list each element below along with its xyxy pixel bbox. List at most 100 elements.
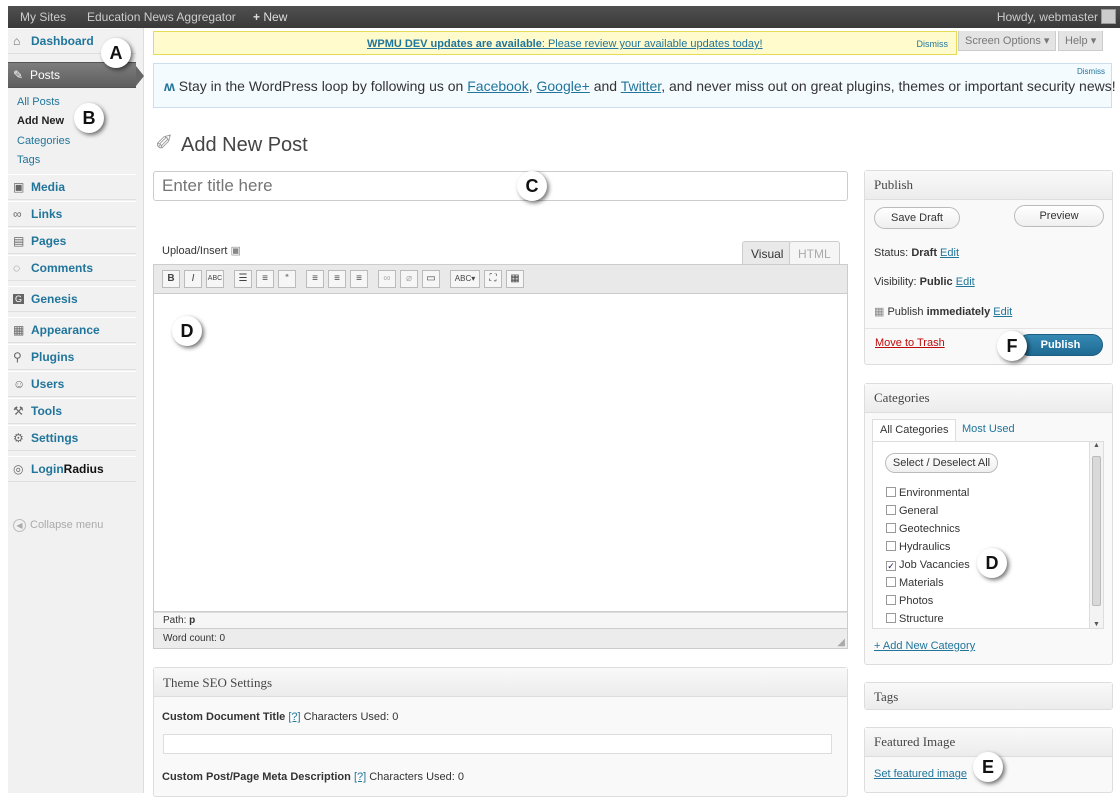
bullet-list-icon[interactable]: ☰ xyxy=(234,270,252,288)
users-icon: ☺ xyxy=(13,377,26,391)
add-media-icon[interactable]: ▣ xyxy=(231,245,241,257)
twitter-link[interactable]: Twitter xyxy=(621,78,661,94)
save-draft-button[interactable]: Save Draft xyxy=(874,207,960,229)
tab-most-used[interactable]: Most Used xyxy=(955,419,1022,441)
sidebar-item-plugins[interactable]: ⚲ Plugins xyxy=(8,344,136,370)
sidebar-item-genesis[interactable]: G Genesis xyxy=(8,286,136,312)
preview-button[interactable]: Preview xyxy=(1014,205,1104,227)
schedule-value: immediately xyxy=(926,306,991,318)
screen-options-label: Screen Options xyxy=(965,35,1041,47)
chevron-down-icon: ▾ xyxy=(1043,35,1050,47)
notice-and: and xyxy=(589,78,621,94)
sidebar-item-media[interactable]: ▣ Media xyxy=(8,174,136,200)
sidebar-item-tools[interactable]: ⚒ Tools xyxy=(8,398,136,424)
scrollbar-thumb[interactable] xyxy=(1092,456,1101,606)
submenu-all-posts[interactable]: All Posts xyxy=(17,96,60,108)
submenu-add-new[interactable]: Add New xyxy=(17,115,64,127)
sidebar-item-appearance[interactable]: ▦ Appearance xyxy=(8,317,136,343)
sidebar-item-comments[interactable]: ◌ Comments xyxy=(8,255,136,281)
status-edit-link[interactable]: Edit xyxy=(940,247,959,259)
tab-visual[interactable]: Visual xyxy=(742,241,793,264)
doc-title-label-text: Custom Document Title xyxy=(162,711,286,723)
status-line: Status: Draft Edit xyxy=(874,247,959,259)
collapse-menu-button[interactable]: ◀ Collapse menu xyxy=(13,519,103,532)
kitchen-sink-icon[interactable]: ▦ xyxy=(506,270,524,288)
set-featured-image-link[interactable]: Set featured image xyxy=(874,768,967,780)
avatar[interactable] xyxy=(1101,9,1116,24)
my-sites-link[interactable]: My Sites xyxy=(20,10,66,24)
sidebar-item-loginradius[interactable]: ◎ LoginRadius xyxy=(8,456,136,482)
seo-box-title[interactable]: Theme SEO Settings xyxy=(154,668,847,697)
post-content-editor[interactable] xyxy=(153,294,848,612)
publish-button[interactable]: Publish xyxy=(1018,334,1103,356)
post-title-input[interactable] xyxy=(153,171,848,201)
category-checkbox[interactable] xyxy=(886,487,896,497)
sidebar-item-settings[interactable]: ⚙ Settings xyxy=(8,425,136,451)
meta-desc-help-link[interactable]: [?] xyxy=(354,771,366,783)
tab-all-categories[interactable]: All Categories xyxy=(872,419,957,441)
align-right-icon[interactable]: ≡ xyxy=(350,270,368,288)
scroll-down-icon[interactable]: ▼ xyxy=(1093,621,1100,628)
doc-title-input[interactable] xyxy=(163,734,832,754)
tags-box-title[interactable]: Tags xyxy=(865,683,1112,709)
doc-title-help-link[interactable]: [?] xyxy=(288,711,300,723)
sidebar-item-links[interactable]: ∞ Links xyxy=(8,201,136,227)
align-center-icon[interactable]: ≡ xyxy=(328,270,346,288)
scroll-up-icon[interactable]: ▲ xyxy=(1093,442,1100,449)
add-new-category-link[interactable]: + Add New Category xyxy=(874,640,975,652)
google-plus-link[interactable]: Google+ xyxy=(537,78,590,94)
category-item[interactable]: Environmental xyxy=(886,487,969,499)
category-checkbox[interactable] xyxy=(886,595,896,605)
help-button[interactable]: Help ▾ xyxy=(1058,31,1104,51)
select-deselect-all-button[interactable]: Select / Deselect All xyxy=(885,453,998,473)
category-checkbox[interactable] xyxy=(886,505,896,515)
sidebar-item-users[interactable]: ☺ Users xyxy=(8,371,136,397)
category-item[interactable]: Materials xyxy=(886,577,944,589)
nag-dismiss-link[interactable]: Dismiss xyxy=(917,39,949,49)
bold-icon[interactable]: B xyxy=(162,270,180,288)
category-item[interactable]: General xyxy=(886,505,938,517)
category-checkbox[interactable] xyxy=(886,523,896,533)
category-item[interactable]: Geotechnics xyxy=(886,523,960,535)
category-item[interactable]: Structure xyxy=(886,613,944,625)
sidebar-item-pages[interactable]: ▤ Pages xyxy=(8,228,136,254)
italic-icon[interactable]: I xyxy=(184,270,202,288)
upload-insert[interactable]: Upload/Insert ▣ xyxy=(162,244,241,257)
category-item[interactable]: ✓ Job Vacancies xyxy=(886,559,970,571)
numbered-list-icon[interactable]: ≡ xyxy=(256,270,274,288)
move-to-trash-link[interactable]: Move to Trash xyxy=(875,337,945,349)
publish-box-title[interactable]: Publish xyxy=(865,171,1112,200)
howdy-user[interactable]: Howdy, webmaster xyxy=(997,10,1098,24)
category-checkbox[interactable] xyxy=(886,541,896,551)
blockquote-icon[interactable]: “ xyxy=(278,270,296,288)
meta-desc-label: Custom Post/Page Meta Description [?] Ch… xyxy=(162,771,464,783)
category-scrollbar[interactable]: ▲ ▼ xyxy=(1089,442,1103,628)
screen-options-button[interactable]: Screen Options ▾ xyxy=(958,31,1057,51)
new-content-link[interactable]: + New xyxy=(253,10,287,24)
more-tag-icon[interactable]: ▭ xyxy=(422,270,440,288)
category-item[interactable]: Hydraulics xyxy=(886,541,950,553)
facebook-link[interactable]: Facebook xyxy=(467,78,528,94)
spellcheck-icon[interactable]: ABC▾ xyxy=(450,270,480,288)
category-checkbox[interactable]: ✓ xyxy=(886,561,896,571)
unlink-icon[interactable]: ⌀ xyxy=(400,270,418,288)
category-item[interactable]: Photos xyxy=(886,595,933,607)
schedule-edit-link[interactable]: Edit xyxy=(993,306,1012,318)
strikethrough-icon[interactable]: ABC xyxy=(206,270,224,288)
categories-box-title[interactable]: Categories xyxy=(865,384,1112,413)
link-icon[interactable]: ∞ xyxy=(378,270,396,288)
visibility-edit-link[interactable]: Edit xyxy=(956,276,975,288)
category-checkbox[interactable] xyxy=(886,613,896,623)
notice-dismiss-link[interactable]: Dismiss xyxy=(1077,67,1105,76)
link-icon: ∞ xyxy=(13,207,22,221)
submenu-tags[interactable]: Tags xyxy=(17,154,40,166)
fullscreen-icon[interactable]: ⛶ xyxy=(484,270,502,288)
resize-handle-icon[interactable]: ◢ xyxy=(837,637,845,648)
appearance-icon: ▦ xyxy=(13,323,25,337)
category-checkbox[interactable] xyxy=(886,577,896,587)
tab-html[interactable]: HTML xyxy=(789,241,840,264)
site-name-link[interactable]: Education News Aggregator xyxy=(87,10,236,24)
update-nag-link[interactable]: WPMU DEV updates are available: Please r… xyxy=(367,38,763,50)
submenu-categories[interactable]: Categories xyxy=(17,135,70,147)
align-left-icon[interactable]: ≡ xyxy=(306,270,324,288)
